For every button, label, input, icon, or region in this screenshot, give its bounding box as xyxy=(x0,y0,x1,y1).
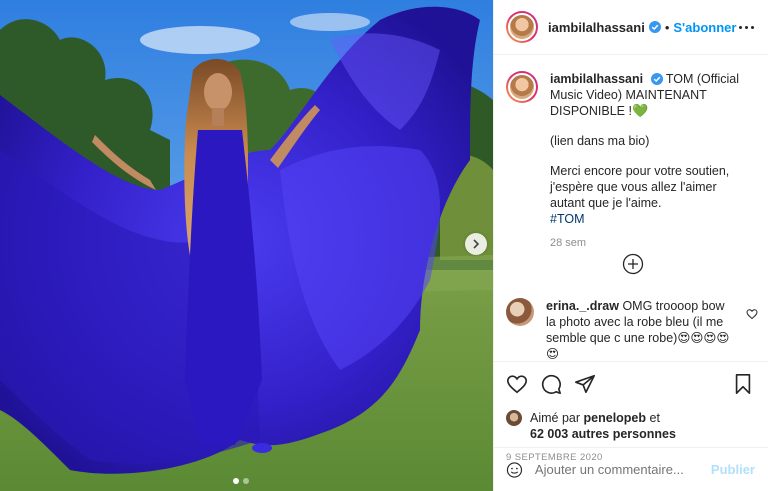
green-heart-emoji: 💚 xyxy=(631,103,649,118)
commenter-avatar[interactable] xyxy=(506,298,534,326)
author-avatar[interactable] xyxy=(506,11,538,43)
post-header: iambilalhassani • S'abonner xyxy=(494,0,768,55)
smile-icon[interactable] xyxy=(506,459,523,481)
chevron-right-icon xyxy=(473,239,480,249)
caption-text-line3: Merci encore pour votre soutien, j'espèr… xyxy=(550,164,730,210)
post-media[interactable] xyxy=(0,0,493,491)
caption-username[interactable]: iambilalhassani xyxy=(550,72,643,86)
likes-summary: Aimé par penelopeb et 62 003 autres pers… xyxy=(506,410,754,442)
comments-area: iambilalhassani TOM (Official Music Vide… xyxy=(494,55,768,361)
verified-icon xyxy=(650,73,663,85)
post: iambilalhassani • S'abonner iambilalhass… xyxy=(0,0,768,491)
caption-avatar[interactable] xyxy=(506,71,538,103)
caption-text-line2: (lien dans ma bio) xyxy=(550,134,650,148)
verified-icon xyxy=(648,21,661,33)
caption-body: iambilalhassani TOM (Official Music Vide… xyxy=(550,71,754,251)
post-sidebar: iambilalhassani • S'abonner iambilalhass… xyxy=(493,0,768,491)
add-comment-bar: Publier xyxy=(494,447,768,491)
comment-icon[interactable] xyxy=(540,373,562,395)
comment-heart-icon[interactable] xyxy=(746,308,758,320)
publish-button[interactable]: Publier xyxy=(711,462,755,477)
comment-input[interactable] xyxy=(534,462,711,477)
hashtag-link[interactable]: #TOM xyxy=(550,212,585,226)
commenter-username[interactable]: erina._.draw xyxy=(546,299,619,313)
likes-connector: et xyxy=(649,411,660,425)
post-photo xyxy=(0,0,493,491)
share-icon[interactable] xyxy=(574,373,596,395)
liker-avatar[interactable] xyxy=(506,410,522,426)
heart-icon[interactable] xyxy=(506,373,528,395)
carousel-indicator xyxy=(233,478,249,484)
plus-circle-icon[interactable] xyxy=(622,253,644,275)
bookmark-icon[interactable] xyxy=(732,373,754,395)
caption: iambilalhassani TOM (Official Music Vide… xyxy=(506,71,754,251)
header-separator: • xyxy=(664,19,670,35)
likes-count[interactable]: 62 003 autres personnes xyxy=(530,427,676,441)
caption-time: 28 sem xyxy=(550,237,587,249)
more-icon[interactable] xyxy=(739,25,754,29)
carousel-dot-active xyxy=(233,478,239,484)
likes-prefix: Aimé par xyxy=(530,411,581,425)
comment-item: erina._.draw OMG troooop bow la photo av… xyxy=(506,298,758,362)
carousel-dot xyxy=(243,478,249,484)
next-photo-button[interactable] xyxy=(465,233,487,255)
follow-button[interactable]: S'abonner xyxy=(673,20,736,35)
author-username[interactable]: iambilalhassani xyxy=(548,20,645,35)
action-icons xyxy=(506,372,754,396)
comment-body: erina._.draw OMG troooop bow la photo av… xyxy=(546,298,734,362)
liker-username[interactable]: penelopeb xyxy=(584,411,647,425)
